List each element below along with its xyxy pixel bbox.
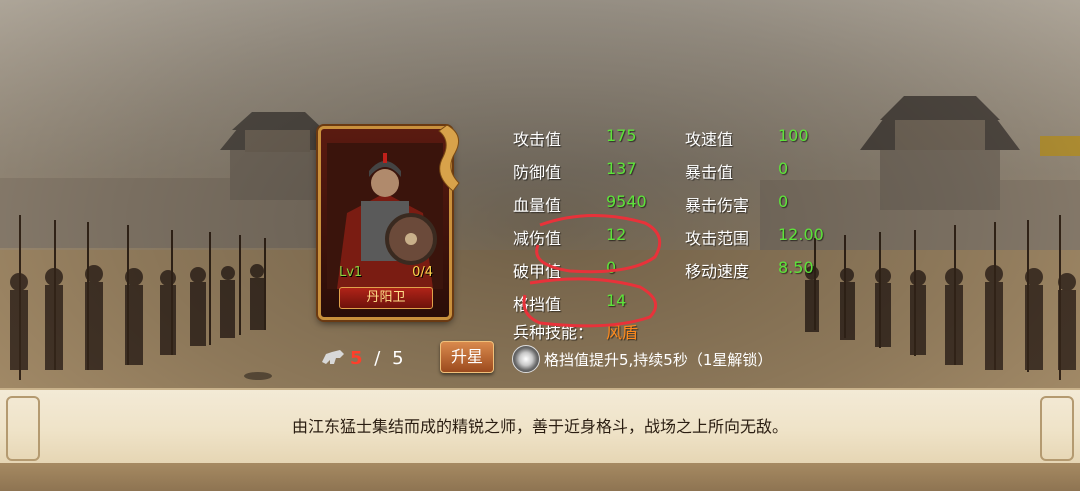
skill-description: 格挡值提升5,持续5秒（1星解锁） [544,351,773,369]
star-current: 5 [350,348,363,369]
stat-value-attack-range: 12.00 [778,225,824,244]
stat-value-damage-reduction: 12 [606,225,627,244]
stat-label-move-speed: 移动速度 [685,262,750,281]
hero-fragments: 0/4 [412,265,433,280]
stat-value-block: 14 [606,291,627,310]
stat-value-attack: 175 [606,126,637,145]
star-max: 5 [392,348,404,369]
troop-skill-name: 风盾 [606,323,639,342]
stat-label-damage-reduction: 减伤值 [513,229,562,248]
stat-label-attack-range: 攻击范围 [685,229,750,248]
stat-label-hp: 血量值 [513,196,562,215]
stat-value-crit-damage: 0 [778,192,789,211]
stat-value-armor-pierce: 0 [606,258,617,277]
upgrade-star-button[interactable]: 升星 [440,341,494,373]
stat-label-crit-damage: 暴击伤害 [685,196,750,215]
horse-star-icon [322,350,344,364]
stat-label-attack: 攻击值 [513,130,562,149]
troop-skill-label: 兵种技能： [513,323,594,342]
stat-label-crit: 暴击值 [685,163,734,182]
stat-value-crit: 0 [778,159,789,178]
stat-label-block: 格挡值 [513,295,562,314]
stat-label-armor-pierce: 破甲值 [513,262,562,281]
hero-name: 丹阳卫 [339,287,433,309]
skill-swirl-icon[interactable] [512,345,540,373]
troop-description: 由江东猛士集结而成的精锐之师，善于近身格斗，战场之上所向无敌。 [291,417,788,436]
hero-card[interactable]: Lv1 0/4 丹阳卫 [318,124,460,320]
dragon-ornament-icon [438,124,460,192]
stat-value-hp: 9540 [606,192,647,211]
star-progress: 5 / 5 [350,348,404,369]
stat-value-defense: 137 [606,159,637,178]
stat-label-defense: 防御值 [513,163,562,182]
ground-band [0,463,1080,491]
hero-level: Lv1 [339,265,363,280]
stat-label-attack-speed: 攻速值 [685,130,734,149]
stat-value-move-speed: 8.50 [778,258,814,277]
stat-value-attack-speed: 100 [778,126,809,145]
star-separator: / [374,348,381,369]
